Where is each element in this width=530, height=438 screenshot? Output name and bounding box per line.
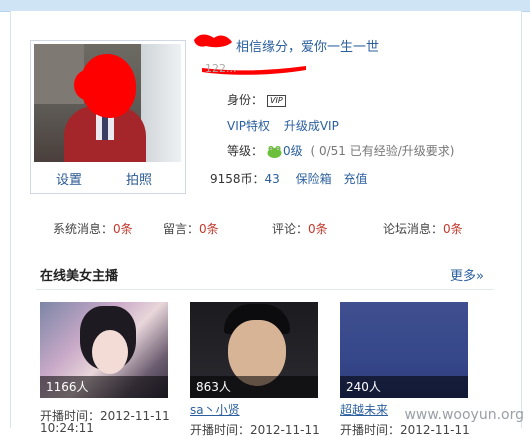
level-value: 0级: [283, 144, 303, 158]
live-card-2-name[interactable]: sa丶小贤: [190, 401, 240, 418]
user-id: 122...: [205, 62, 237, 75]
guestbook-messages[interactable]: 留言：0条: [163, 220, 219, 237]
vip-row: VIP特权 升级成VIP: [227, 117, 339, 134]
upgrade-vip-link[interactable]: 升级成VIP: [284, 119, 339, 133]
watermark: www.wooyun.org: [404, 407, 524, 423]
live-card-1-time2: 10:24:11: [40, 421, 94, 435]
settings-link[interactable]: 设置: [56, 169, 82, 188]
coins-label: 9158币：: [210, 172, 265, 186]
level-label: 等级：: [227, 144, 264, 158]
coins-row: 9158币：43 保险箱 充值: [210, 170, 368, 187]
vip-badge-icon: VIP: [267, 94, 286, 107]
system-messages[interactable]: 系统消息：0条: [53, 220, 133, 237]
forum-count: 0条: [443, 222, 463, 236]
system-messages-count: 0条: [113, 222, 133, 236]
recharge-link[interactable]: 充值: [344, 172, 368, 186]
system-messages-label: 系统消息：: [53, 222, 114, 236]
viewer-count: 1166人: [40, 376, 168, 398]
identity-label: 身份：: [227, 93, 264, 107]
viewer-count: 863人: [190, 376, 318, 398]
viewer-count: 240人: [340, 376, 468, 398]
section-title: 在线美女主播: [40, 269, 119, 284]
live-card-3-name[interactable]: 超越未来: [340, 401, 388, 418]
guestbook-count: 0条: [199, 222, 219, 236]
take-photo-link[interactable]: 拍照: [126, 169, 152, 188]
comment-messages[interactable]: 评论：0条: [272, 220, 328, 237]
level-row: 等级： 0级 ( 0/51 已有经验/升级要求): [227, 142, 454, 159]
more-link[interactable]: 更多»: [450, 265, 484, 284]
level-progress: ( 0/51 已有经验/升级要求): [310, 144, 455, 158]
live-card-1[interactable]: 1166人: [40, 302, 168, 398]
live-card-3-time: 开播时间：2012-11-11: [340, 423, 470, 437]
frog-level-icon: [267, 145, 282, 158]
avatar-photo: [34, 44, 181, 162]
comments-label: 评论：: [272, 222, 309, 236]
live-card-2[interactable]: 863人: [190, 302, 318, 398]
live-card-3[interactable]: 240人: [340, 302, 468, 398]
safe-box-link[interactable]: 保险箱: [296, 172, 332, 186]
vip-privilege-link[interactable]: VIP特权: [227, 119, 270, 133]
username-link[interactable]: 相信缘分，爱你一生一世: [236, 36, 379, 55]
guestbook-label: 留言：: [163, 222, 200, 236]
identity-row: 身份： VIP: [227, 91, 286, 108]
avatar-card: 设置 拍照: [30, 40, 186, 194]
forum-messages[interactable]: 论坛消息：0条: [383, 220, 463, 237]
comments-count: 0条: [308, 222, 328, 236]
divider: [36, 289, 494, 290]
forum-label: 论坛消息：: [383, 222, 444, 236]
live-card-2-time: 开播时间：2012-11-11: [190, 423, 320, 437]
coins-value[interactable]: 43: [265, 172, 280, 186]
redaction-scribble-name: [194, 34, 232, 48]
